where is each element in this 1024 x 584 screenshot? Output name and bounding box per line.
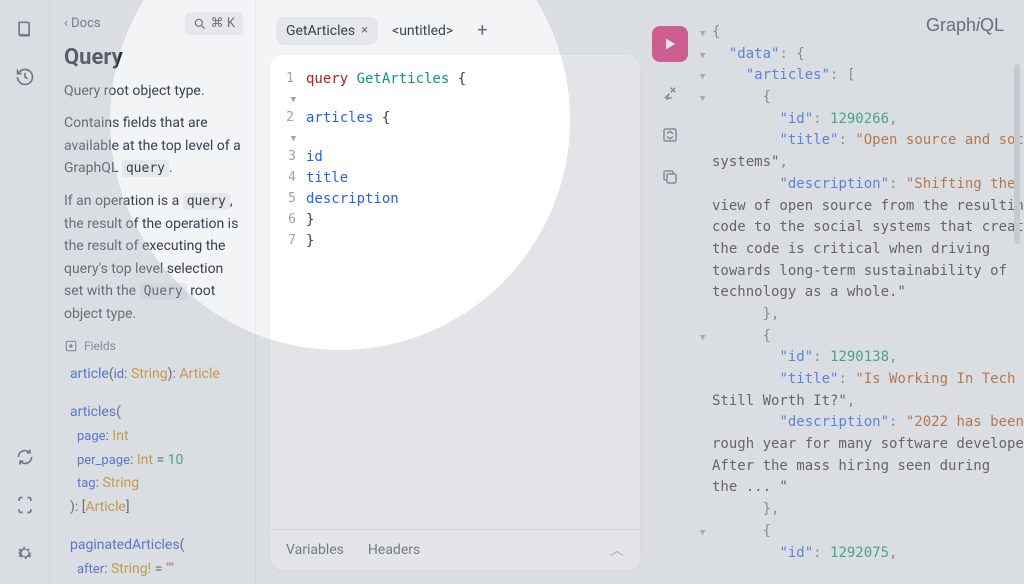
query-editor[interactable]: 1 ▼query GetArticles {2 ▼ articles {3 id… — [270, 55, 640, 529]
book-icon[interactable] — [14, 18, 36, 40]
results-panel[interactable]: GraphiQL ▼{▼ "data": {▼ "articles": [▼ {… — [692, 0, 1024, 584]
variables-tab[interactable]: Variables — [286, 542, 344, 558]
headers-tab[interactable]: Headers — [368, 542, 420, 558]
docs-para: Contains fields that are available at th… — [64, 112, 243, 180]
execute-button[interactable] — [652, 26, 688, 62]
docs-para: If an operation is a query, the result o… — [64, 190, 243, 325]
copy-icon[interactable] — [659, 166, 681, 188]
add-tab-button[interactable]: + — [467, 14, 497, 47]
docs-title: Query — [64, 45, 243, 70]
tab-getarticles[interactable]: GetArticles × — [276, 17, 378, 45]
gear-icon[interactable] — [14, 542, 36, 564]
tab-untitled[interactable]: <untitled> — [382, 17, 463, 45]
scrollbar[interactable] — [1014, 64, 1020, 244]
tab-bar: GetArticles × <untitled> + — [270, 14, 640, 55]
search-shortcut: ⌘ K — [211, 16, 235, 31]
chevron-up-icon[interactable]: ︿ — [610, 540, 624, 560]
search-button[interactable]: ⌘ K — [185, 12, 243, 35]
docs-back-button[interactable]: ‹ Docs — [64, 16, 101, 31]
field-entry[interactable]: articles( page: Int per_page: Int = 10 t… — [70, 401, 243, 520]
refresh-icon[interactable] — [14, 446, 36, 468]
merge-icon[interactable] — [659, 124, 681, 146]
editor-column: GetArticles × <untitled> + 1 ▼query GetA… — [270, 14, 640, 570]
docs-para: Query root object type. — [64, 80, 243, 102]
field-entry[interactable]: paginatedArticles( after: String! = "" f… — [70, 534, 243, 584]
editor-tools — [648, 0, 692, 584]
keyboard-icon[interactable] — [14, 494, 36, 516]
icon-rail — [0, 0, 50, 584]
fields-header: Fields — [64, 339, 243, 353]
history-icon[interactable] — [14, 66, 36, 88]
field-entry[interactable]: article(id: String): Article — [70, 363, 243, 387]
prettify-icon[interactable] — [659, 82, 681, 104]
brand-logo: GraphiQL — [926, 12, 1004, 40]
docs-panel: ‹ Docs ⌘ K Query Query root object type.… — [50, 0, 256, 584]
variables-bar: Variables Headers ︿ — [270, 529, 640, 570]
close-icon[interactable]: × — [361, 23, 368, 38]
